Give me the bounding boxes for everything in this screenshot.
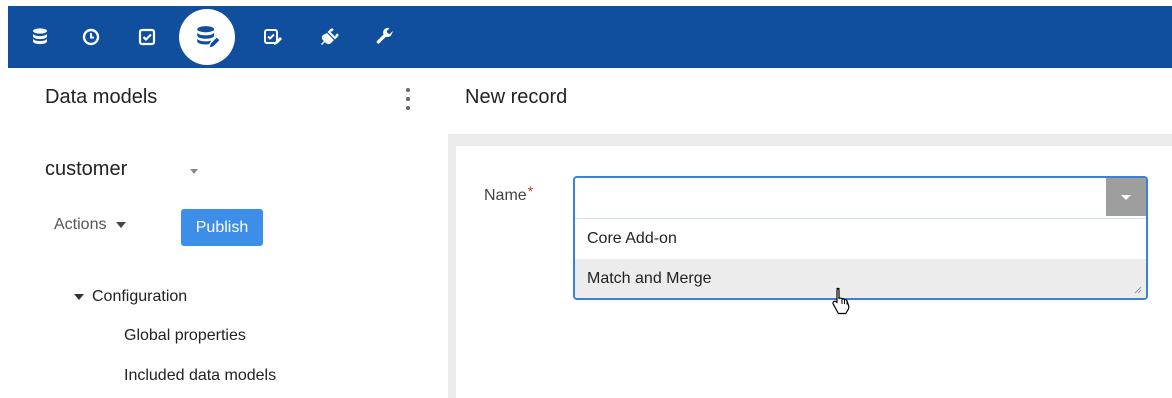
mouse-pointer-icon: [832, 287, 850, 315]
checklist-edit-icon[interactable]: [253, 6, 293, 68]
tree-item-global-properties[interactable]: Global properties: [124, 327, 246, 345]
checkbox-icon[interactable]: [127, 6, 167, 68]
dropdown-toggle-button[interactable]: [1106, 178, 1146, 216]
top-toolbar: [8, 6, 1172, 68]
history-clock-icon[interactable]: [71, 6, 111, 68]
data-model-icon[interactable]: [187, 6, 227, 68]
page-title: New record: [465, 86, 568, 108]
plugin-icon[interactable]: [310, 6, 350, 68]
tree-node-configuration[interactable]: Configuration: [74, 288, 187, 306]
data-models-panel: Data models customer Actions Publish Con…: [8, 68, 448, 398]
option-match-and-merge[interactable]: Match and Merge: [575, 259, 1146, 298]
expand-caret-icon[interactable]: [74, 294, 84, 300]
wrench-icon[interactable]: [365, 6, 405, 68]
model-selector[interactable]: customer: [45, 158, 127, 181]
resize-handle-icon[interactable]: [1132, 284, 1142, 294]
name-combobox[interactable]: Core Add-on Match and Merge: [573, 176, 1148, 300]
option-core-add-on[interactable]: Core Add-on: [575, 219, 1146, 259]
more-options-icon[interactable]: [402, 88, 414, 110]
chevron-down-icon: [1121, 194, 1131, 200]
actions-label: Actions: [54, 216, 107, 233]
name-input[interactable]: [575, 178, 1146, 218]
required-marker: *: [527, 183, 534, 199]
tree-node-label: Configuration: [92, 288, 188, 305]
caret-down-icon: [116, 222, 127, 228]
name-field-label: Name*: [484, 183, 534, 204]
chevron-down-icon[interactable]: [190, 169, 198, 174]
tree-item-included-data-models[interactable]: Included data models: [124, 367, 276, 385]
publish-button[interactable]: Publish: [181, 209, 263, 246]
database-icon[interactable]: [20, 6, 60, 68]
actions-menu[interactable]: Actions: [54, 216, 127, 234]
panel-title: Data models: [45, 86, 158, 108]
